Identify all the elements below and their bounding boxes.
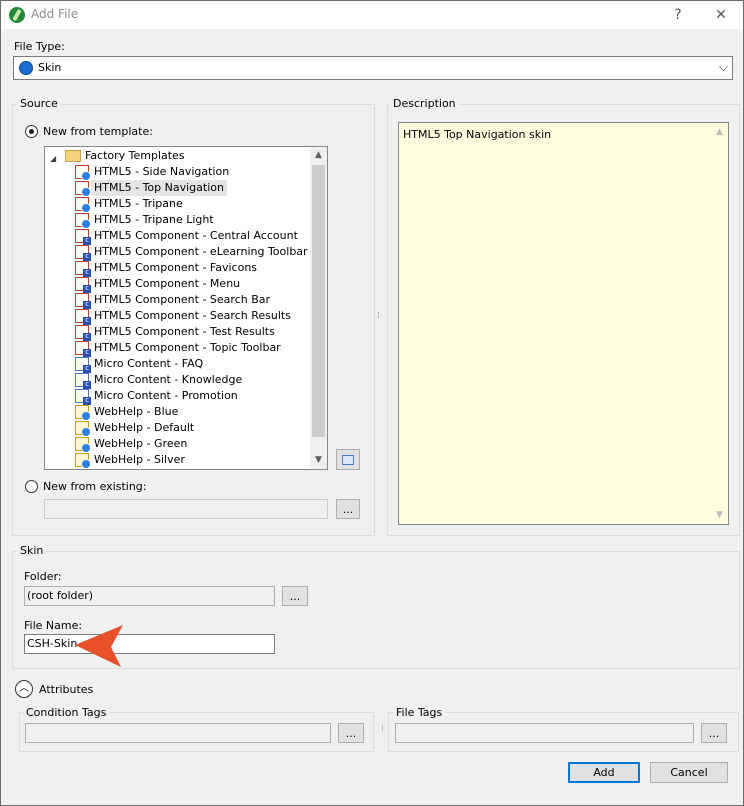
html5-skin-icon xyxy=(75,181,91,197)
tree-item-label: WebHelp - Default xyxy=(94,421,195,434)
attributes-toggle-button[interactable]: ︿ xyxy=(15,680,33,698)
help-button[interactable]: ? xyxy=(664,4,692,26)
browse-folder-button[interactable]: ... xyxy=(282,586,308,606)
html5-component-icon xyxy=(75,341,91,357)
description-scrollbar[interactable]: ▲ ▼ xyxy=(711,123,728,524)
condition-tags-browse-button[interactable]: ... xyxy=(338,723,364,743)
template-options-button[interactable] xyxy=(336,449,360,470)
folder-open-icon xyxy=(65,150,81,162)
html5-skin-icon xyxy=(75,197,91,213)
html5-component-icon xyxy=(75,245,91,261)
file-name-value: CSH-Skin xyxy=(27,637,78,650)
html5-component-icon xyxy=(75,325,91,341)
splitter-grip[interactable]: ⁞ xyxy=(377,311,380,321)
tree-item-label: WebHelp - Blue xyxy=(94,405,179,418)
skin-group-label: Skin xyxy=(17,544,47,557)
collapse-triangle-icon[interactable]: ◢ xyxy=(50,151,56,167)
folder-value: (root folder) xyxy=(27,589,94,602)
tree-scrollbar[interactable]: ▲ ▼ xyxy=(310,147,327,469)
tree-item-label: HTML5 - Side Navigation xyxy=(94,165,230,178)
file-type-select[interactable]: Skin ⌵ xyxy=(13,56,733,80)
webhelp-skin-icon xyxy=(75,453,91,469)
title-bar: Add File ? ✕ xyxy=(1,1,743,29)
tree-item-label: HTML5 Component - Search Bar xyxy=(94,293,271,306)
webhelp-skin-icon xyxy=(75,405,91,421)
new-from-existing-radio[interactable] xyxy=(25,480,38,493)
close-button[interactable]: ✕ xyxy=(707,4,735,26)
annotation-arrow-icon xyxy=(75,625,123,667)
existing-file-field xyxy=(44,499,328,519)
html5-component-icon xyxy=(75,309,91,325)
description-textarea[interactable]: HTML5 Top Navigation skin ▲ ▼ xyxy=(398,122,729,525)
scroll-thumb[interactable] xyxy=(312,165,325,437)
webhelp-skin-icon xyxy=(75,421,91,437)
condition-tags-label: Condition Tags xyxy=(23,706,110,719)
micro-content-icon xyxy=(75,357,91,373)
tree-item-label: HTML5 - Tripane xyxy=(94,197,183,210)
attributes-splitter-grip[interactable]: ⁞ xyxy=(381,724,384,734)
file-tags-browse-button[interactable]: ... xyxy=(701,723,727,743)
file-name-label: File Name: xyxy=(24,619,83,632)
tree-item-label: HTML5 Component - Search Results xyxy=(94,309,291,322)
html5-skin-icon xyxy=(75,213,91,229)
folder-label: Folder: xyxy=(24,570,62,583)
new-from-template-radio[interactable] xyxy=(25,125,38,138)
chevron-down-icon: ⌵ xyxy=(718,60,728,74)
html5-component-icon xyxy=(75,261,91,277)
source-group-label: Source xyxy=(17,97,61,110)
add-file-dialog: Add File ? ✕ File Type: Skin ⌵ Source Ne… xyxy=(0,0,744,806)
file-tags-field[interactable] xyxy=(395,723,694,743)
attributes-label: Attributes xyxy=(39,683,94,696)
new-from-existing-label: New from existing: xyxy=(43,480,147,493)
file-name-input[interactable]: CSH-Skin xyxy=(24,634,275,654)
tree-root-row[interactable]: ◢ Factory Templates xyxy=(45,148,311,164)
file-type-value: Skin xyxy=(38,61,62,74)
scroll-down-arrow-icon[interactable]: ▼ xyxy=(310,452,327,469)
tree-item-label: HTML5 Component - Topic Toolbar xyxy=(94,341,281,354)
html5-component-icon xyxy=(75,277,91,293)
html5-component-icon xyxy=(75,229,91,245)
file-type-label: File Type: xyxy=(14,40,65,53)
folder-field[interactable]: (root folder) xyxy=(24,586,275,606)
new-from-template-label: New from template: xyxy=(43,125,153,138)
html5-component-icon xyxy=(75,293,91,309)
micro-content-icon xyxy=(75,373,91,389)
tree-item-label: HTML5 - Tripane Light xyxy=(94,213,214,226)
tree-item-label: Micro Content - FAQ xyxy=(94,357,204,370)
browse-existing-button[interactable]: ... xyxy=(336,499,360,519)
template-tree[interactable]: ◢ Factory Templates HTML5 - Side Navigat… xyxy=(44,146,328,470)
tree-item-label: Micro Content - Promotion xyxy=(94,389,238,402)
tree-item-label: HTML5 - Top Navigation xyxy=(91,180,227,196)
tree-item-label: HTML5 Component - Central Account xyxy=(94,229,298,242)
cancel-button[interactable]: Cancel xyxy=(650,762,728,783)
window-title: Add File xyxy=(31,7,79,21)
description-group-label: Description xyxy=(390,97,459,110)
tree-item-label: WebHelp - Green xyxy=(94,437,188,450)
app-logo-icon xyxy=(9,7,25,23)
scroll-up-arrow-icon[interactable]: ▲ xyxy=(711,127,728,137)
description-text: HTML5 Top Navigation skin xyxy=(403,128,552,141)
tree-item-label: WebHelp - Silver xyxy=(94,453,185,466)
tree-item-label: HTML5 Component - Favicons xyxy=(94,261,258,274)
scroll-up-arrow-icon[interactable]: ▲ xyxy=(310,147,327,164)
tree-item-label: Micro Content - Knowledge xyxy=(94,373,243,386)
html5-skin-icon xyxy=(75,165,91,181)
add-button[interactable]: Add xyxy=(568,762,640,783)
tree-root-label: Factory Templates xyxy=(85,149,185,162)
webhelp-skin-icon xyxy=(75,437,91,453)
file-tags-label: File Tags xyxy=(393,706,446,719)
template-manager-icon xyxy=(342,455,354,465)
condition-tags-field[interactable] xyxy=(25,723,331,743)
globe-skin-icon xyxy=(19,61,33,75)
scroll-down-arrow-icon[interactable]: ▼ xyxy=(711,510,728,520)
tree-item-label: HTML5 Component - Test Results xyxy=(94,325,275,338)
tree-item-label: HTML5 Component - eLearning Toolbar xyxy=(94,245,308,258)
micro-content-icon xyxy=(75,389,91,405)
tree-item-label: HTML5 Component - Menu xyxy=(94,277,241,290)
